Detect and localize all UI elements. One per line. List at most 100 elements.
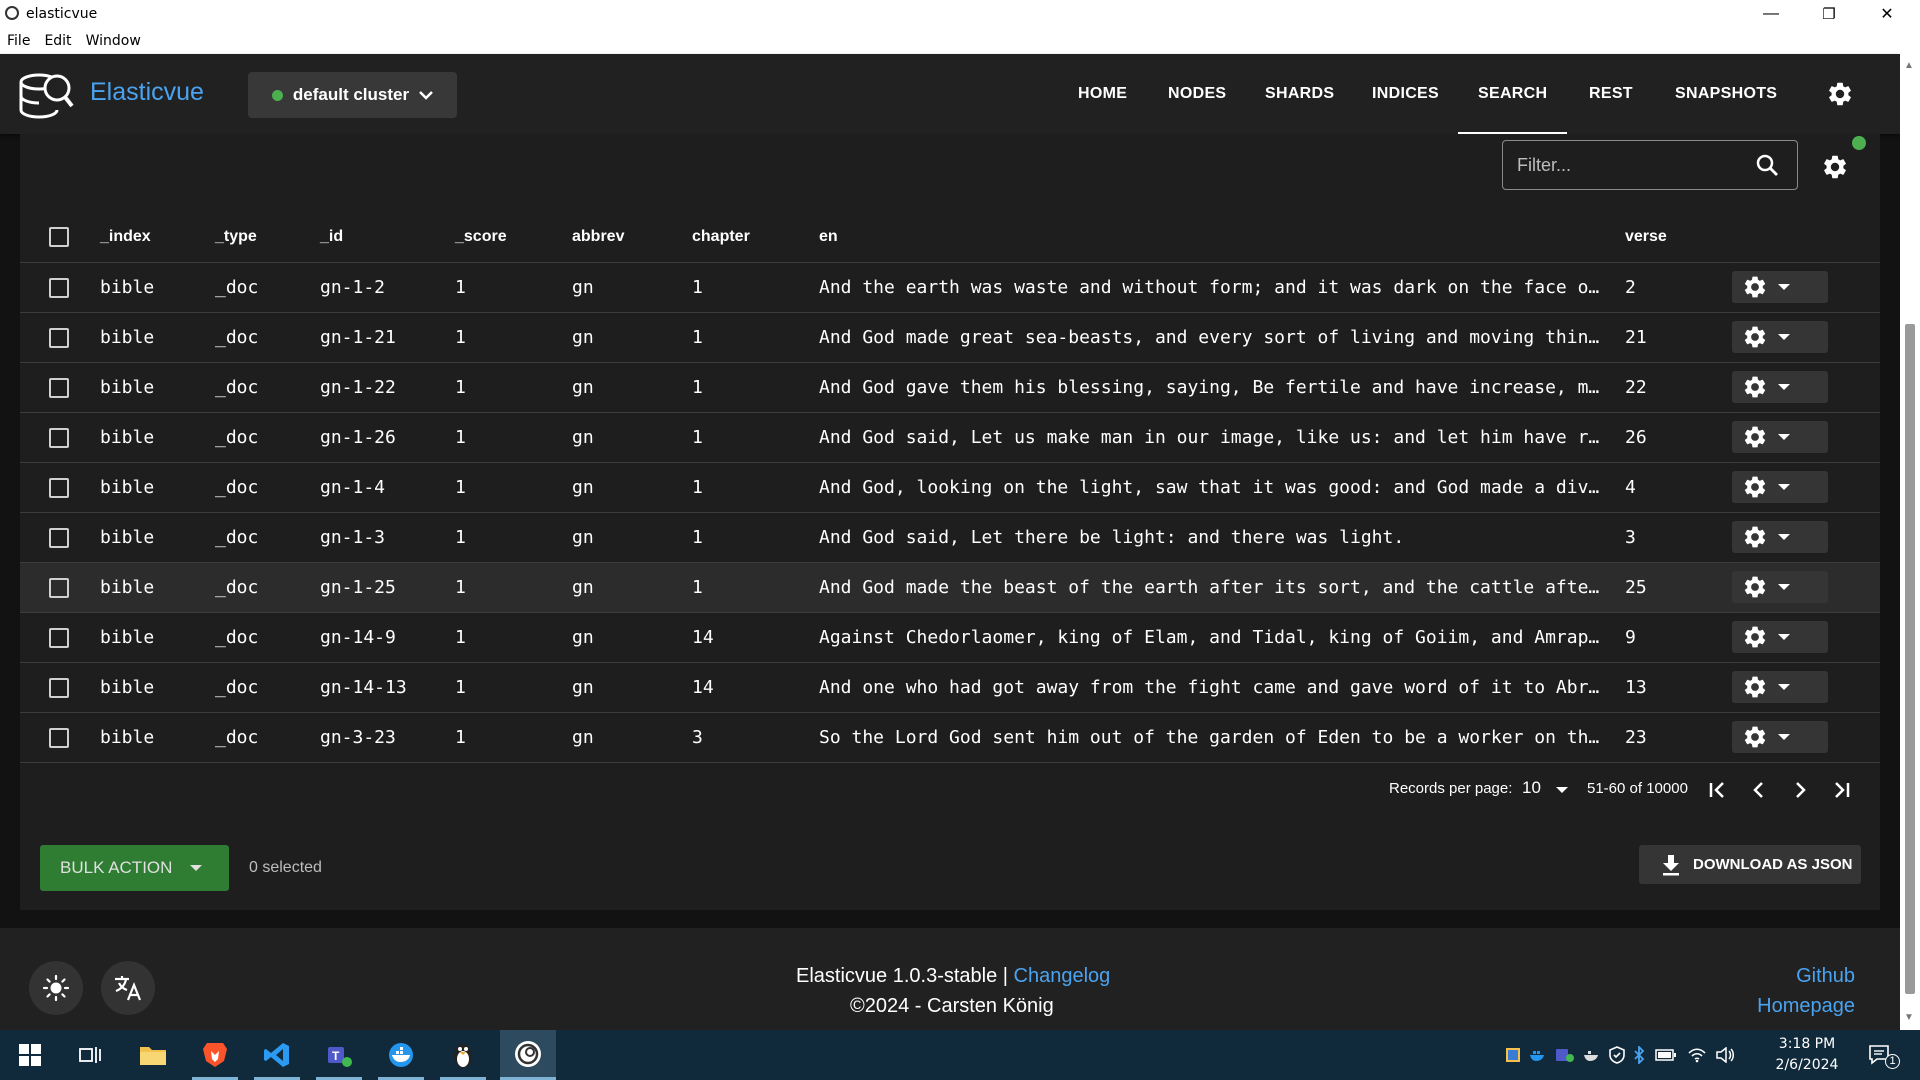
row-checkbox[interactable] xyxy=(49,677,69,698)
table-row[interactable]: bible _doc gn-1-22 1 gn 1 And God gave them hi… xyxy=(20,362,1880,413)
volume-icon[interactable] xyxy=(1715,1047,1735,1063)
download-json-button[interactable]: DOWNLOAD AS JSON xyxy=(1639,845,1861,884)
caret-down-icon xyxy=(1778,684,1790,690)
filter-field[interactable] xyxy=(1502,140,1798,190)
close-button[interactable]: ✕ xyxy=(1858,0,1916,28)
row-checkbox[interactable] xyxy=(49,477,69,498)
row-actions-button[interactable] xyxy=(1732,521,1828,553)
brand-name[interactable]: Elasticvue xyxy=(90,78,204,107)
menu-edit[interactable]: Edit xyxy=(44,33,71,49)
scrollbar-thumb[interactable] xyxy=(1905,324,1915,994)
vertical-scrollbar[interactable]: ▲ ▼ xyxy=(1900,54,1920,1030)
nav-snapshots[interactable]: SNAPSHOTS xyxy=(1675,54,1777,134)
row-checkbox[interactable] xyxy=(49,377,69,398)
minimize-button[interactable]: — xyxy=(1742,0,1800,28)
last-page-icon[interactable] xyxy=(1827,776,1855,804)
restore-button[interactable]: ❐ xyxy=(1800,0,1858,28)
row-actions-button[interactable] xyxy=(1732,471,1828,503)
table-row[interactable]: bible _doc gn-1-2 1 gn 1 And the earth was was… xyxy=(20,262,1880,313)
taskbar-clock[interactable]: 3:18 PM 2/6/2024 xyxy=(1768,1034,1846,1076)
nav-search[interactable]: SEARCH xyxy=(1457,54,1568,134)
table-row[interactable]: bible _doc gn-1-21 1 gn 1 And God made great s… xyxy=(20,312,1880,363)
row-actions-button[interactable] xyxy=(1732,571,1828,603)
cell-index: bible xyxy=(100,426,155,448)
bluetooth-icon[interactable] xyxy=(1633,1046,1645,1064)
search-icon[interactable] xyxy=(1755,153,1779,177)
start-icon[interactable] xyxy=(5,1030,55,1080)
column-header-score[interactable]: _score xyxy=(455,212,572,263)
table-row[interactable]: bible _doc gn-3-23 1 gn 3 So the Lord God sent… xyxy=(20,712,1880,763)
theme-toggle-button[interactable] xyxy=(29,961,83,1015)
notification-center-icon[interactable]: 1 xyxy=(1857,1030,1905,1080)
changelog-link[interactable]: Changelog xyxy=(1014,965,1111,987)
github-link[interactable]: Github xyxy=(1796,965,1855,988)
row-actions-button[interactable] xyxy=(1732,321,1828,353)
records-per-page-caret-icon[interactable] xyxy=(1556,787,1568,793)
next-page-icon[interactable] xyxy=(1786,776,1814,804)
column-header-index[interactable]: _index xyxy=(100,212,215,263)
nav-nodes[interactable]: NODES xyxy=(1168,54,1226,134)
battery-icon[interactable] xyxy=(1655,1049,1677,1061)
windows-security-shield-icon[interactable] xyxy=(1609,1046,1625,1064)
table-settings-gear-icon[interactable] xyxy=(1821,153,1849,181)
language-button[interactable] xyxy=(101,961,155,1015)
table-row[interactable]: bible _doc gn-1-3 1 gn 1 And God said, Let the… xyxy=(20,512,1880,563)
row-actions-button[interactable] xyxy=(1732,671,1828,703)
wifi-icon[interactable] xyxy=(1687,1047,1707,1063)
row-checkbox[interactable] xyxy=(49,327,69,348)
row-actions-button[interactable] xyxy=(1732,371,1828,403)
row-checkbox[interactable] xyxy=(49,427,69,448)
homepage-link[interactable]: Homepage xyxy=(1757,995,1855,1018)
cluster-selector-button[interactable]: default cluster xyxy=(248,72,457,118)
previous-page-icon[interactable] xyxy=(1745,776,1773,804)
tray-app-icon[interactable] xyxy=(1505,1047,1521,1063)
settings-gear-icon[interactable] xyxy=(1826,80,1854,108)
column-header-type[interactable]: _type xyxy=(215,212,320,263)
linux-penguin-icon[interactable] xyxy=(438,1030,488,1080)
elasticvue-taskbar-icon[interactable] xyxy=(500,1030,556,1080)
first-page-icon[interactable] xyxy=(1704,776,1732,804)
cell-index: bible xyxy=(100,526,155,548)
scroll-down-arrow-icon[interactable]: ▼ xyxy=(1904,1012,1914,1023)
row-checkbox[interactable] xyxy=(49,527,69,548)
row-actions-button[interactable] xyxy=(1732,621,1828,653)
row-checkbox[interactable] xyxy=(49,277,69,298)
vscode-icon[interactable] xyxy=(252,1030,302,1080)
table-row[interactable]: bible _doc gn-14-9 1 gn 14 Against Chedorlaome… xyxy=(20,612,1880,663)
filter-input[interactable] xyxy=(1517,155,1737,176)
nav-indices[interactable]: INDICES xyxy=(1372,54,1439,134)
records-per-page-select[interactable]: 10 xyxy=(1522,778,1541,798)
teams-icon[interactable]: T xyxy=(314,1030,364,1080)
tray-teams-icon[interactable] xyxy=(1555,1047,1575,1063)
nav-home[interactable]: HOME xyxy=(1078,54,1127,134)
row-actions-button[interactable] xyxy=(1732,271,1828,303)
table-row[interactable]: bible _doc gn-1-25 1 gn 1 And God made the bea… xyxy=(20,562,1880,613)
file-explorer-icon[interactable] xyxy=(128,1030,178,1080)
select-all-checkbox[interactable] xyxy=(49,226,69,247)
column-header-en[interactable]: en xyxy=(819,212,1625,263)
task-view-icon[interactable] xyxy=(65,1030,115,1080)
docker-icon[interactable] xyxy=(376,1030,426,1080)
menu-window[interactable]: Window xyxy=(86,33,141,49)
row-checkbox[interactable] xyxy=(49,727,69,748)
tray-docker-icon[interactable] xyxy=(1529,1048,1547,1062)
nav-shards[interactable]: SHARDS xyxy=(1265,54,1334,134)
brave-icon[interactable] xyxy=(190,1030,240,1080)
scroll-up-arrow-icon[interactable]: ▲ xyxy=(1904,60,1914,71)
table-row[interactable]: bible _doc gn-1-26 1 gn 1 And God said, Let us… xyxy=(20,412,1880,463)
table-row[interactable]: bible _doc gn-14-13 1 gn 14 And one who had go… xyxy=(20,662,1880,713)
menu-file[interactable]: File xyxy=(7,33,30,49)
cell-verse: 2 xyxy=(1625,276,1636,298)
row-actions-button[interactable] xyxy=(1732,421,1828,453)
bulk-action-button[interactable]: BULK ACTION xyxy=(40,845,229,891)
table-row[interactable]: bible _doc gn-1-4 1 gn 1 And God, looking on t… xyxy=(20,462,1880,513)
column-header-id[interactable]: _id xyxy=(320,212,455,263)
nav-rest[interactable]: REST xyxy=(1589,54,1633,134)
tray-docker-whale-icon[interactable] xyxy=(1583,1048,1601,1062)
column-header-verse[interactable]: verse xyxy=(1625,212,1732,263)
column-header-chapter[interactable]: chapter xyxy=(692,212,819,263)
row-actions-button[interactable] xyxy=(1732,721,1828,753)
row-checkbox[interactable] xyxy=(49,627,69,648)
row-checkbox[interactable] xyxy=(49,577,69,598)
column-header-abbrev[interactable]: abbrev xyxy=(572,212,692,263)
